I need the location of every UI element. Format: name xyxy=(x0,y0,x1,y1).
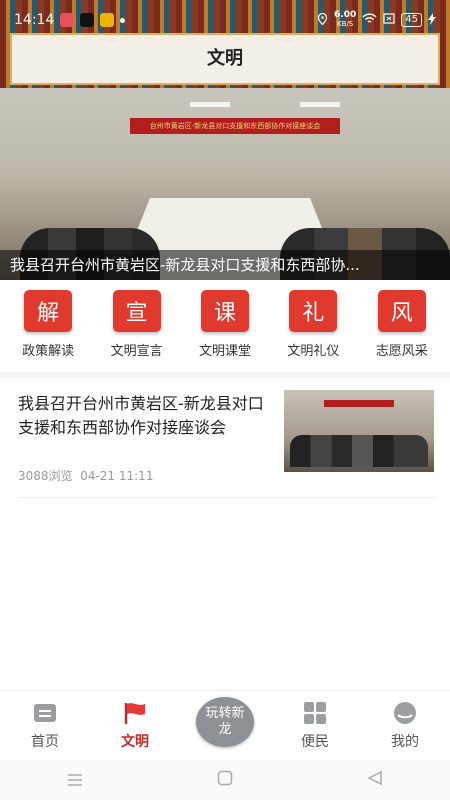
location-icon xyxy=(317,12,328,28)
battery-indicator: 45 xyxy=(401,13,422,27)
category-label: 文明课堂 xyxy=(198,344,251,359)
nav-home[interactable]: 首页 xyxy=(5,691,85,760)
news-date: 04-21 11:11 xyxy=(80,469,154,483)
category-label: 文明宣言 xyxy=(110,344,163,359)
notification-dot-icon xyxy=(120,17,126,23)
thumbnail-banner xyxy=(324,400,394,407)
nav-profile[interactable]: 我的 xyxy=(365,691,445,760)
meeting-banner: 台州市黄岩区-新龙县对口支援和东西部协作对接座谈会 xyxy=(130,118,340,134)
explore-xinlong-button[interactable]: 玩转新龙 xyxy=(196,697,254,747)
thumbnail-attendees xyxy=(290,435,428,467)
category-label: 文明礼仪 xyxy=(287,344,340,359)
back-icon[interactable] xyxy=(367,770,383,790)
news-title[interactable]: 我县召开台州市黄岩区-新龙县对口支援和东西部协作对接座谈会 xyxy=(18,392,273,440)
etiquette-icon: 礼 xyxy=(289,290,338,332)
tiktok-app-icon xyxy=(80,13,95,27)
sim-icon xyxy=(383,13,395,27)
charging-icon xyxy=(428,12,436,28)
classroom-icon: 课 xyxy=(200,290,249,332)
grid-icon xyxy=(302,701,328,725)
nav-label: 文明 xyxy=(121,734,149,750)
weibo-app-icon xyxy=(100,13,115,27)
category-volunteer[interactable]: 风 志愿风采 xyxy=(359,290,445,365)
home-icon xyxy=(32,701,58,725)
category-classroom[interactable]: 课 文明课堂 xyxy=(182,290,268,365)
ceiling-light xyxy=(300,102,340,107)
volunteer-icon: 风 xyxy=(377,290,426,332)
profile-icon xyxy=(392,701,418,725)
category-label: 志愿风采 xyxy=(375,344,428,359)
menu-icon[interactable] xyxy=(67,771,83,790)
section-divider xyxy=(0,372,450,378)
category-declaration[interactable]: 宣 文明宣言 xyxy=(94,290,180,365)
ceiling-light xyxy=(190,102,230,107)
nav-civilization[interactable]: 文明 xyxy=(95,691,175,760)
nav-label: 我的 xyxy=(391,734,419,750)
news-item[interactable]: 我县召开台州市黄岩区-新龙县对口支援和东西部协作对接座谈会 3088浏览 04-… xyxy=(18,390,436,498)
home-button-icon[interactable] xyxy=(217,770,233,790)
category-etiquette[interactable]: 礼 文明礼仪 xyxy=(270,290,356,365)
wifi-icon xyxy=(362,13,377,27)
hero-caption[interactable]: 我县召开台州市黄岩区-新龙县对口支援和东西部协... xyxy=(0,250,450,280)
video-app-icon xyxy=(60,13,75,27)
category-label: 政策解读 xyxy=(22,344,75,359)
nav-explore[interactable]: 玩转新龙 xyxy=(185,691,265,760)
status-bar: 14:14 6.00 KB/S 45 xyxy=(0,8,450,32)
nav-services[interactable]: 便民 xyxy=(275,691,355,760)
nav-label: 便民 xyxy=(301,734,329,750)
system-nav-bar xyxy=(0,760,450,800)
bottom-nav: 首页 文明 玩转新龙 便民 我的 xyxy=(0,690,450,760)
news-meta: 3088浏览 04-21 11:11 xyxy=(18,467,153,484)
flag-icon xyxy=(122,701,148,725)
news-thumbnail[interactable] xyxy=(284,390,434,472)
page-title: 文明 xyxy=(207,48,243,69)
category-policy[interactable]: 解 政策解读 xyxy=(5,290,91,365)
news-views: 3088浏览 xyxy=(18,469,73,483)
status-time: 14:14 xyxy=(14,12,55,28)
declaration-icon: 宣 xyxy=(112,290,161,332)
net-unit: KB/S xyxy=(337,20,354,28)
net-speed: 6.00 xyxy=(334,10,357,20)
category-grid: 解 政策解读 宣 文明宣言 课 文明课堂 礼 文明礼仪 风 志愿风采 xyxy=(0,290,450,365)
nav-label: 首页 xyxy=(31,734,59,750)
policy-icon: 解 xyxy=(24,290,73,332)
